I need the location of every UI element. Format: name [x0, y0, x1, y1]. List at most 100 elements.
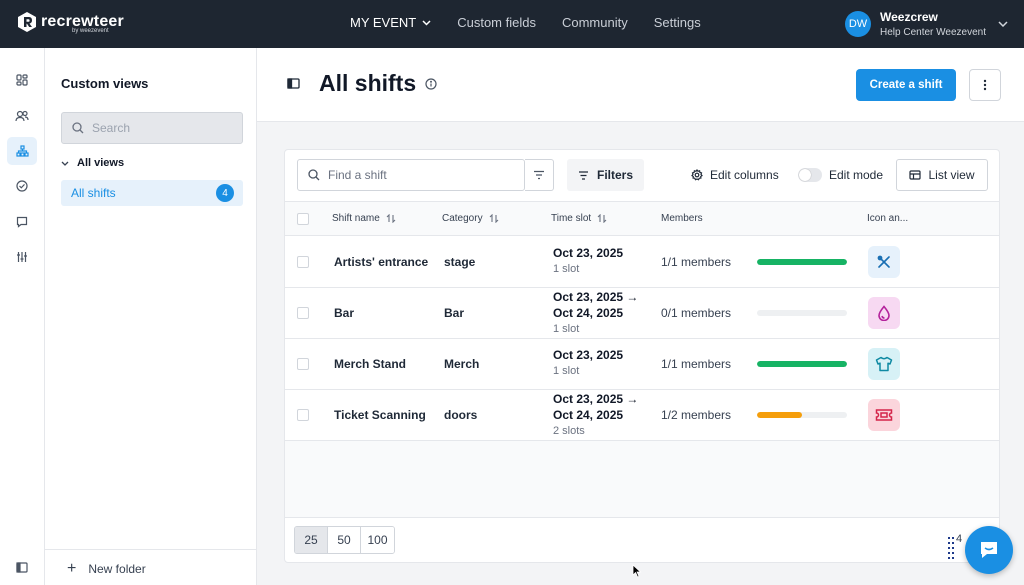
rail-tasks[interactable]: [7, 172, 37, 200]
column-label: Icon an...: [867, 213, 909, 224]
shift-category: stage: [444, 255, 476, 269]
edit-mode-toggle[interactable]: Edit mode: [798, 168, 883, 182]
more-vertical-icon: [983, 79, 987, 91]
select-all-checkbox[interactable]: [297, 213, 309, 225]
row-checkbox[interactable]: [297, 256, 309, 268]
page-title: All shifts: [319, 70, 417, 96]
time-slot: Oct 23, 2025 1 slot: [553, 347, 623, 379]
column-members[interactable]: Members: [661, 213, 703, 224]
chat-bubble-icon: [981, 542, 997, 558]
user-info: Weezcrew Help Center Weezevent: [880, 10, 986, 38]
views-group-toggle[interactable]: All views: [61, 157, 124, 169]
slot-count: 2 slots: [553, 425, 585, 437]
shift-name[interactable]: Ticket Scanning: [334, 408, 426, 422]
rail-collapse[interactable]: [7, 553, 37, 581]
slot-start-date: Oct 23, 2025: [553, 348, 624, 362]
nav-my-event[interactable]: MY EVENT: [350, 15, 431, 30]
page-size-100[interactable]: 100: [361, 527, 394, 553]
user-name: Weezcrew: [880, 10, 938, 24]
page-size-25[interactable]: 25: [295, 527, 328, 553]
table-empty-area: [285, 441, 999, 518]
nav-community[interactable]: Community: [562, 15, 628, 30]
members-count: 1/1 members: [661, 255, 732, 269]
info-icon[interactable]: [425, 78, 437, 93]
column-time-slot[interactable]: Time slot: [551, 213, 607, 224]
logo-icon: [18, 12, 36, 32]
tools-icon: [868, 246, 900, 278]
user-organization: Help Center Weezevent: [880, 27, 986, 38]
members-progress-fill: [757, 259, 847, 265]
slot-start-date: Oct 23, 2025 →: [553, 290, 639, 304]
edit-columns-button[interactable]: Edit columns: [691, 168, 779, 182]
members-progress-bar: [757, 361, 847, 367]
view-all-shifts[interactable]: All shifts 4: [61, 180, 243, 206]
table-row[interactable]: Artists' entrance stage Oct 23, 2025 1 slot…: [285, 237, 999, 288]
drop-icon: [868, 297, 900, 329]
edit-columns-label: Edit columns: [710, 168, 779, 182]
column-icon[interactable]: Icon an...: [867, 213, 908, 224]
search-options-button[interactable]: [525, 159, 554, 191]
slot-start-date: Oct 23, 2025 →: [553, 392, 639, 406]
user-menu[interactable]: DW Weezcrew Help Center Weezevent: [845, 10, 1008, 38]
create-shift-button[interactable]: Create a shift: [856, 69, 956, 101]
time-slot: Oct 23, 2025 1 slot: [553, 245, 623, 277]
shift-name[interactable]: Artists' entrance: [334, 255, 428, 269]
shift-category: Merch: [444, 357, 480, 371]
search-icon: [72, 122, 84, 134]
shift-name[interactable]: Bar: [334, 306, 354, 320]
column-category[interactable]: Category: [442, 213, 499, 224]
rail-settings[interactable]: [7, 243, 37, 271]
sliders-icon: [17, 252, 27, 262]
members-progress-bar: [757, 259, 847, 265]
column-label: Time slot: [551, 213, 592, 224]
edit-mode-switch[interactable]: [798, 168, 822, 182]
nav-custom-fields[interactable]: Custom fields: [457, 15, 536, 30]
row-checkbox[interactable]: [297, 409, 309, 421]
shift-name[interactable]: Merch Stand: [334, 357, 406, 371]
column-shift-name[interactable]: Shift name: [332, 213, 396, 224]
views-search[interactable]: [61, 112, 243, 144]
top-bar: recrewteer by weezevent MY EVENT Custom …: [0, 0, 1024, 48]
help-chat-button[interactable]: [965, 526, 1013, 574]
slot-start-date: Oct 23, 2025: [553, 246, 624, 260]
shift-search[interactable]: [297, 159, 525, 191]
shift-category: doors: [444, 408, 478, 422]
list-view-button[interactable]: List view: [896, 159, 988, 191]
nav-settings[interactable]: Settings: [654, 15, 701, 30]
table-row[interactable]: Merch Stand Merch Oct 23, 2025 1 slot 1/1 me…: [285, 339, 999, 390]
rail-shifts[interactable]: [7, 137, 37, 165]
time-slot: Oct 23, 2025 → Oct 24, 2025 2 slots: [553, 391, 638, 439]
time-slot: Oct 23, 2025 → Oct 24, 2025 1 slot: [553, 289, 638, 337]
page-size-50[interactable]: 50: [328, 527, 361, 553]
count-badge: 4: [216, 184, 234, 202]
table-icon: [909, 170, 922, 180]
shift-search-input[interactable]: [328, 168, 508, 182]
view-label: All shifts: [71, 186, 116, 200]
table-row[interactable]: Ticket Scanning doors Oct 23, 2025 → Oct 24…: [285, 390, 999, 441]
rail-users[interactable]: [7, 102, 37, 130]
mouse-cursor: [632, 564, 642, 578]
members-count: 1/2 members: [661, 408, 732, 422]
list-view-label: List view: [928, 168, 975, 182]
views-search-input[interactable]: [92, 121, 232, 135]
row-checkbox[interactable]: [297, 358, 309, 370]
shifts-table-card: Filters Edit columns Edit mode List view…: [284, 149, 1000, 563]
table-header: Shift name Category Time slot Members Ic…: [285, 201, 999, 236]
sort-lines-icon: [534, 170, 544, 180]
plus-icon: +: [67, 560, 77, 577]
shift-category: Bar: [444, 306, 465, 320]
more-options-button[interactable]: [969, 69, 1001, 101]
toggle-views-panel[interactable]: [287, 78, 300, 92]
filters-button[interactable]: Filters: [567, 159, 644, 191]
rail-messages[interactable]: [7, 208, 37, 236]
panel-title: Custom views: [61, 76, 149, 91]
users-icon: [15, 110, 29, 122]
rail-dashboard[interactable]: [7, 66, 37, 94]
row-checkbox[interactable]: [297, 307, 309, 319]
chevron-down-icon: [422, 19, 431, 26]
check-circle-icon: [16, 180, 28, 192]
column-label: Category: [442, 213, 483, 224]
new-folder-button[interactable]: + New folder: [67, 560, 146, 577]
table-row[interactable]: Bar Bar Oct 23, 2025 → Oct 24, 2025 1 slot 0/…: [285, 288, 999, 339]
panel-toggle-icon: [16, 561, 28, 573]
